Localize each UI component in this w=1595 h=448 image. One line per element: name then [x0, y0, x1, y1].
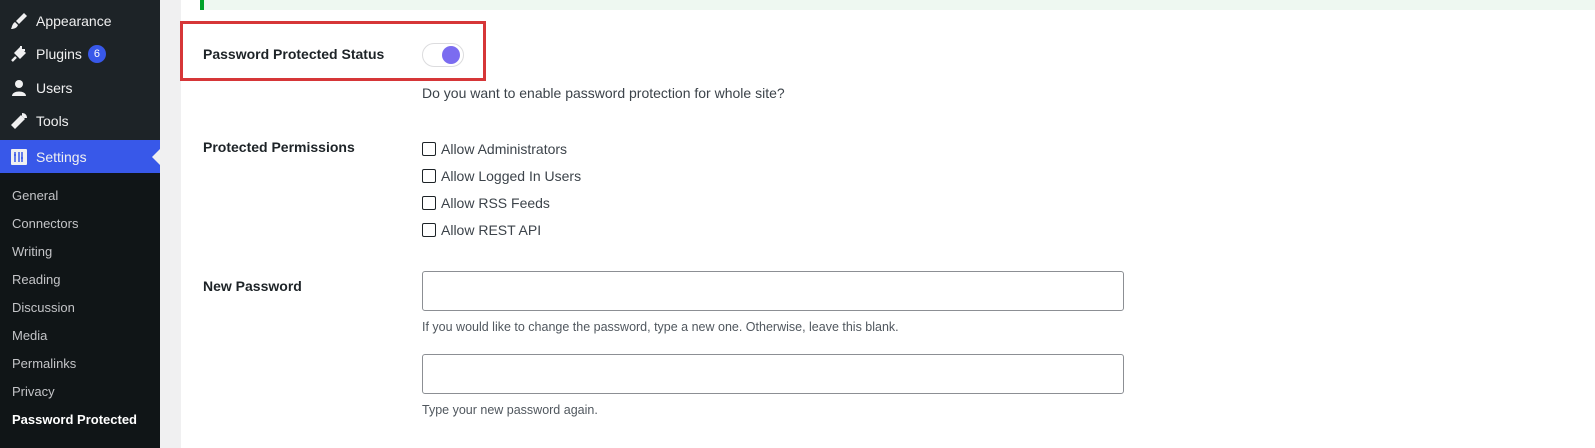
password-protected-toggle[interactable] [422, 43, 464, 67]
submenu-media[interactable]: Media [12, 328, 47, 343]
submenu-connectors[interactable]: Connectors [12, 216, 78, 231]
toggle-knob [442, 46, 460, 64]
wrench-icon [9, 111, 29, 131]
menu-item-tools[interactable]: Tools [0, 104, 160, 138]
settings-icon [9, 147, 29, 167]
submenu-discussion[interactable]: Discussion [12, 300, 75, 315]
user-icon [9, 78, 29, 98]
plugins-update-badge: 6 [87, 45, 106, 63]
allow-rest-api-label: Allow REST API [441, 222, 542, 238]
plugin-icon [9, 44, 29, 64]
allow-logged-in-users-label: Allow Logged In Users [441, 168, 582, 184]
submenu-writing[interactable]: Writing [12, 244, 52, 259]
new-password-label: New Password [203, 278, 302, 294]
allow-rest-api-checkbox[interactable] [422, 223, 436, 237]
admin-sidebar: Appearance Plugins 6 Users Tools Setting… [0, 0, 160, 448]
menu-item-appearance[interactable]: Appearance [0, 4, 160, 38]
menu-label-plugins: Plugins [36, 46, 82, 62]
allow-administrators-checkbox[interactable] [422, 142, 436, 156]
menu-item-plugins[interactable]: Plugins 6 [0, 37, 160, 71]
menu-label-appearance: Appearance [36, 13, 112, 29]
submenu-password-protected[interactable]: Password Protected [12, 412, 137, 427]
allow-rss-feeds-checkbox[interactable] [422, 196, 436, 210]
submenu-general[interactable]: General [12, 188, 58, 203]
confirm-password-field[interactable] [422, 354, 1124, 394]
option-allow-rss-feeds[interactable]: Allow RSS Feeds [422, 195, 550, 211]
success-notice [200, 0, 1595, 10]
permissions-label: Protected Permissions [203, 139, 355, 155]
new-password-field[interactable] [422, 271, 1124, 311]
status-description: Do you want to enable password protectio… [422, 85, 785, 101]
menu-label-tools: Tools [36, 113, 69, 129]
status-label: Password Protected Status [203, 46, 385, 62]
menu-item-settings[interactable]: Settings [0, 140, 160, 174]
menu-item-users[interactable]: Users [0, 71, 160, 105]
menu-label-settings: Settings [36, 149, 87, 165]
option-allow-rest-api[interactable]: Allow REST API [422, 222, 541, 238]
submenu-privacy[interactable]: Privacy [12, 384, 55, 399]
allow-administrators-label: Allow Administrators [441, 141, 568, 157]
new-password-hint: If you would like to change the password… [422, 320, 899, 334]
confirm-password-hint: Type your new password again. [422, 403, 598, 417]
option-allow-administrators[interactable]: Allow Administrators [422, 141, 567, 157]
settings-submenu: General Connectors Writing Reading Discu… [0, 173, 160, 448]
paintbrush-icon [9, 11, 29, 31]
allow-logged-in-users-checkbox[interactable] [422, 169, 436, 183]
submenu-reading[interactable]: Reading [12, 272, 60, 287]
menu-label-users: Users [36, 80, 73, 96]
allow-rss-feeds-label: Allow RSS Feeds [441, 195, 550, 211]
submenu-permalinks[interactable]: Permalinks [12, 356, 76, 371]
option-allow-logged-in-users[interactable]: Allow Logged In Users [422, 168, 581, 184]
